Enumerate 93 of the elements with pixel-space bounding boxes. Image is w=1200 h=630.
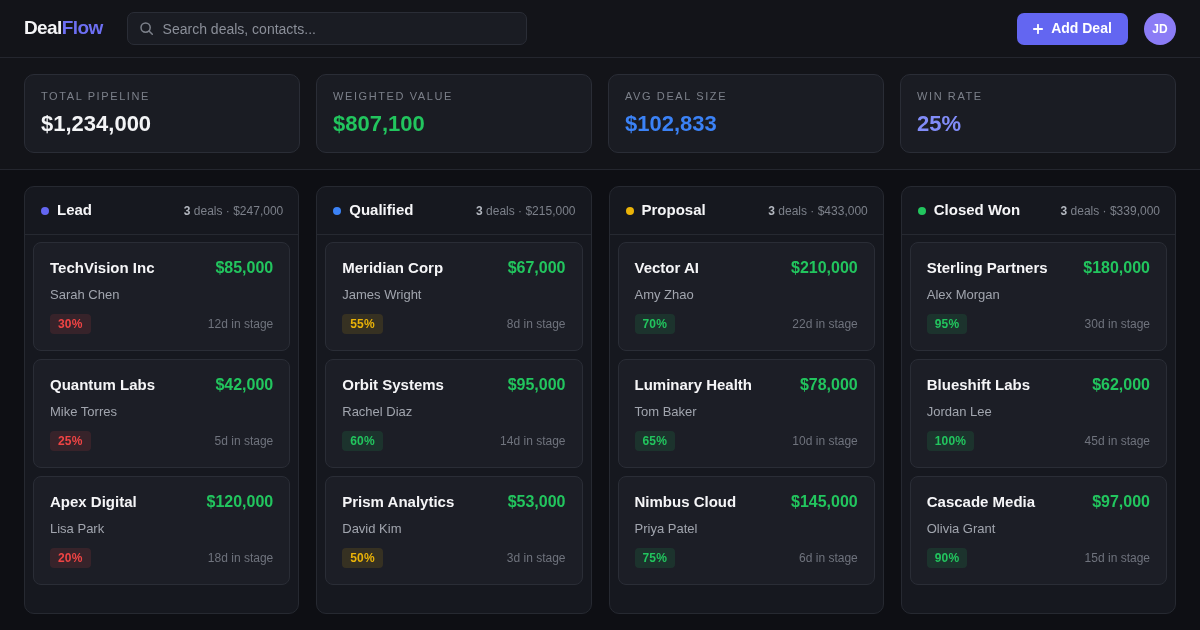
company-name: Apex Digital	[50, 491, 137, 512]
deal-amount: $67,000	[507, 258, 566, 278]
contact-name: Mike Torres	[50, 404, 118, 420]
company-name: Cascade Media	[926, 491, 1036, 512]
deal-card[interactable]: Vector AI $210,000 Amy Zhao 70% 22d in stage	[617, 242, 875, 351]
stat-label: TOTAL PIPELINE	[41, 89, 151, 103]
contact-name: Priya Patel	[634, 521, 699, 537]
probability-badge: 100%	[926, 431, 975, 451]
deal-card[interactable]: Meridian Corp $67,000 James Wright 55% 8d in stage	[325, 242, 583, 351]
company-name: Orbit Systems	[342, 374, 444, 395]
company-name: Nimbus Cloud	[634, 491, 737, 512]
contact-name: Jordan Lee	[926, 404, 993, 420]
column-title: Lead	[57, 200, 92, 221]
deal-amount: $78,000	[799, 375, 858, 395]
deal-card[interactable]: Sterling Partners $180,000 Alex Morgan 95% 30d in stage	[909, 242, 1167, 351]
stage-duration: 14d in stage	[500, 433, 566, 450]
column-summary: 3 deals · $433,000	[768, 202, 868, 220]
deal-card[interactable]: Orbit Systems $95,000 Rachel Diaz 60% 14d in stage	[325, 359, 583, 468]
column-summary: 3 deals · $215,000	[476, 202, 576, 220]
stage-duration: 10d in stage	[792, 433, 858, 450]
stage-duration: 45d in stage	[1084, 433, 1150, 450]
probability-badge: 95%	[926, 314, 968, 334]
deal-amount: $42,000	[215, 375, 274, 395]
company-name: Meridian Corp	[342, 257, 444, 278]
probability-badge: 90%	[926, 548, 968, 568]
company-name: TechVision Inc	[50, 257, 155, 278]
deal-card[interactable]: Nimbus Cloud $145,000 Priya Patel 75% 6d in stage	[617, 476, 875, 585]
company-name: Prism Analytics	[342, 491, 455, 512]
stage-duration: 18d in stage	[207, 550, 274, 567]
company-name: Sterling Partners	[926, 257, 1048, 278]
contact-name: Rachel Diaz	[342, 404, 414, 420]
plus-icon	[1033, 23, 1044, 34]
company-name: Luminary Health	[634, 374, 753, 395]
stage-duration: 8d in stage	[506, 316, 566, 333]
column-title: Qualified	[349, 200, 414, 221]
search-field[interactable]: Search deals, contacts...	[126, 12, 527, 45]
deal-card[interactable]: TechVision Inc $85,000 Sarah Chen 30% 12d in stage	[33, 242, 291, 351]
stage-duration: 3d in stage	[506, 550, 566, 567]
deal-card[interactable]: Apex Digital $120,000 Lisa Park 20% 18d in stage	[33, 476, 291, 585]
deal-amount: $85,000	[215, 258, 274, 278]
deal-card[interactable]: Luminary Health $78,000 Tom Baker 65% 10d in stage	[617, 359, 875, 468]
probability-badge: 60%	[342, 431, 383, 451]
column-title: Closed Won	[933, 200, 1021, 221]
contact-name: Alex Morgan	[926, 287, 1001, 303]
probability-badge: 75%	[634, 548, 676, 568]
probability-badge: 30%	[50, 314, 91, 334]
stage-duration: 5d in stage	[214, 433, 274, 450]
stage-duration: 15d in stage	[1084, 550, 1150, 567]
company-name: Blueshift Labs	[926, 374, 1031, 395]
probability-badge: 20%	[50, 548, 91, 568]
column-title: Proposal	[641, 200, 706, 221]
stat-label: AVG DEAL SIZE	[625, 89, 729, 103]
contact-name: Tom Baker	[634, 404, 698, 420]
probability-badge: 65%	[634, 431, 676, 451]
stage-duration: 6d in stage	[799, 550, 858, 567]
deal-amount: $120,000	[206, 492, 274, 512]
deal-amount: $145,000	[791, 492, 858, 512]
deal-amount: $53,000	[507, 492, 566, 512]
deal-amount: $62,000	[1092, 375, 1150, 395]
deal-card[interactable]: Blueshift Labs $62,000 Jordan Lee 100% 45d in stage	[909, 359, 1167, 468]
add-deal-button[interactable]: Add Deal	[1017, 12, 1128, 45]
stage-duration: 30d in stage	[1084, 316, 1150, 333]
contact-name: Lisa Park	[50, 521, 106, 537]
contact-name: James Wright	[342, 287, 423, 303]
contact-name: Olivia Grant	[926, 521, 997, 537]
contact-name: Amy Zhao	[634, 287, 695, 303]
contact-name: David Kim	[342, 521, 403, 537]
deal-card[interactable]: Prism Analytics $53,000 David Kim 50% 3d in stage	[325, 476, 583, 585]
stat-label: WEIGHTED VALUE	[333, 89, 454, 103]
stat-value: $807,100	[333, 110, 426, 138]
app-logo: DealFlow	[24, 16, 103, 41]
contact-name: Sarah Chen	[50, 287, 121, 303]
probability-badge: 70%	[634, 314, 676, 334]
column-summary: 3 deals · $247,000	[183, 202, 284, 220]
deal-card[interactable]: Quantum Labs $42,000 Mike Torres 25% 5d in stage	[33, 359, 291, 468]
stat-label: WIN RATE	[917, 89, 984, 103]
stage-duration: 22d in stage	[792, 316, 858, 333]
probability-badge: 50%	[342, 548, 383, 568]
column-summary: 3 deals · $339,000	[1060, 202, 1160, 220]
company-name: Vector AI	[634, 257, 699, 278]
stat-value: $1,234,000	[41, 110, 153, 138]
probability-badge: 55%	[342, 314, 383, 334]
deal-card[interactable]: Cascade Media $97,000 Olivia Grant 90% 15d in stage	[909, 476, 1167, 585]
search-icon	[139, 22, 153, 35]
company-name: Quantum Labs	[50, 374, 155, 395]
deal-amount: $210,000	[791, 258, 858, 278]
stat-value: $102,833	[625, 110, 718, 138]
stage-duration: 12d in stage	[207, 316, 274, 333]
stat-value: 25%	[917, 110, 963, 138]
probability-badge: 25%	[50, 431, 91, 451]
deal-amount: $95,000	[507, 375, 566, 395]
deal-amount: $180,000	[1083, 258, 1150, 278]
deal-amount: $97,000	[1092, 492, 1150, 512]
